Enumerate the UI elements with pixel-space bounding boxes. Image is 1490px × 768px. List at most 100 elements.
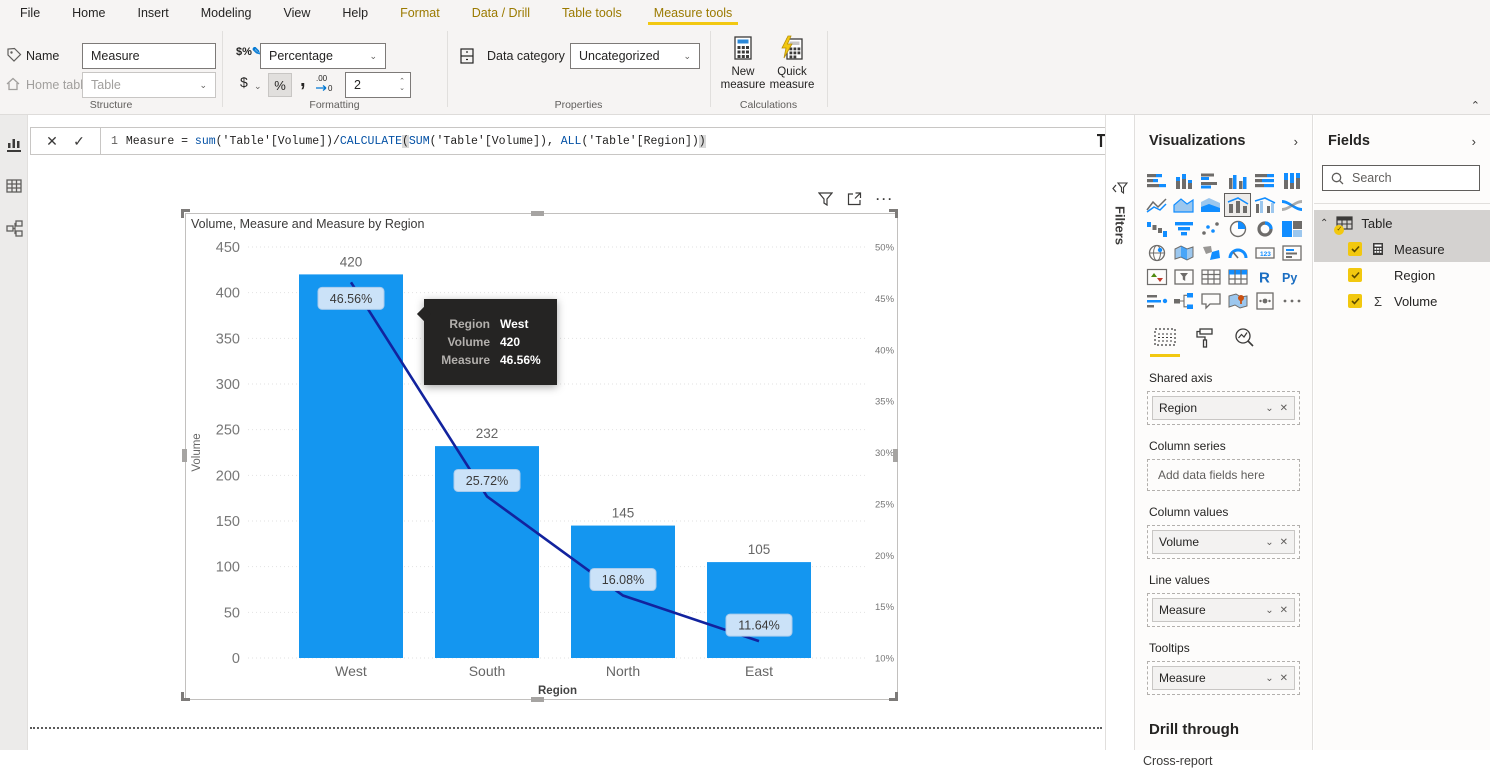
menu-tab-format[interactable]: Format bbox=[398, 0, 442, 25]
menu-tab-view[interactable]: View bbox=[282, 0, 313, 25]
model-view-button[interactable] bbox=[0, 211, 28, 245]
visual-filter-icon[interactable] bbox=[818, 192, 833, 206]
well-shared-axis[interactable]: Region⌄✕ bbox=[1147, 391, 1300, 425]
resize-handle[interactable] bbox=[889, 209, 898, 218]
stepper-arrows[interactable]: ⌃⌄ bbox=[399, 78, 410, 92]
thousands-separator-button[interactable]: , bbox=[300, 69, 306, 92]
well-column-values[interactable]: Volume⌄✕ bbox=[1147, 525, 1300, 559]
gauge-icon[interactable] bbox=[1224, 241, 1251, 265]
resize-handle[interactable] bbox=[181, 692, 190, 701]
tab-fields[interactable] bbox=[1153, 327, 1177, 357]
collapse-visualizations-icon[interactable]: › bbox=[1294, 134, 1298, 149]
remove-field-icon[interactable]: ✕ bbox=[1280, 605, 1288, 616]
field-checkbox[interactable] bbox=[1348, 268, 1362, 282]
key-influencers-icon[interactable] bbox=[1143, 289, 1170, 313]
menu-tab-help[interactable]: Help bbox=[340, 0, 370, 25]
formula-bar[interactable]: ✕ ✓ 1Measure = sum('Table'[Volume])/CALC… bbox=[30, 127, 1128, 155]
chevron-down-icon[interactable]: ⌄ bbox=[1265, 537, 1273, 548]
treemap-icon[interactable] bbox=[1278, 217, 1305, 241]
new-measure-button[interactable]: New measure bbox=[717, 35, 769, 92]
stacked-area-chart-icon[interactable] bbox=[1197, 193, 1224, 217]
filled-map-icon[interactable] bbox=[1170, 241, 1197, 265]
matrix-icon[interactable] bbox=[1224, 265, 1251, 289]
kpi-icon[interactable] bbox=[1143, 265, 1170, 289]
field-pill-volume[interactable]: Volume⌄✕ bbox=[1152, 530, 1295, 554]
pie-chart-icon[interactable] bbox=[1224, 217, 1251, 241]
line-and-stacked-column-chart-icon[interactable] bbox=[1224, 193, 1251, 217]
field-row-measure[interactable]: Measure bbox=[1314, 236, 1490, 262]
shape-map-icon[interactable] bbox=[1197, 241, 1224, 265]
decimal-places-icon[interactable]: .000 bbox=[314, 72, 336, 94]
field-row-volume[interactable]: ΣVolume bbox=[1314, 288, 1490, 314]
collapse-table-icon[interactable]: ⌃ bbox=[1320, 218, 1328, 229]
cancel-formula-icon[interactable]: ✕ bbox=[46, 133, 58, 150]
ribbon-chart-icon[interactable] bbox=[1278, 193, 1305, 217]
resize-handle[interactable] bbox=[531, 211, 544, 216]
resize-handle[interactable] bbox=[893, 449, 898, 462]
remove-field-icon[interactable]: ✕ bbox=[1280, 537, 1288, 548]
100-stacked-column-chart-icon[interactable] bbox=[1278, 169, 1305, 193]
field-checkbox[interactable] bbox=[1348, 242, 1362, 256]
resize-handle[interactable] bbox=[181, 209, 190, 218]
data-view-button[interactable] bbox=[0, 169, 28, 203]
home-table-select[interactable]: Table⌄ bbox=[82, 72, 216, 98]
tab-analytics[interactable] bbox=[1233, 327, 1257, 357]
report-view-button[interactable] bbox=[0, 127, 28, 161]
fields-search[interactable]: Search bbox=[1322, 165, 1480, 191]
field-pill-measure[interactable]: Measure⌄✕ bbox=[1152, 598, 1295, 622]
chart-visual[interactable]: Volume, Measure and Measure by Region450… bbox=[185, 213, 898, 700]
data-category-select[interactable]: Uncategorized⌄ bbox=[570, 43, 700, 69]
funnel-chart-icon[interactable] bbox=[1170, 217, 1197, 241]
field-pill-measure[interactable]: Measure⌄✕ bbox=[1152, 666, 1295, 690]
line-chart-icon[interactable] bbox=[1143, 193, 1170, 217]
decomposition-tree-icon[interactable] bbox=[1170, 289, 1197, 313]
menu-tab-table-tools[interactable]: Table tools bbox=[560, 0, 624, 25]
100-stacked-bar-chart-icon[interactable] bbox=[1251, 169, 1278, 193]
collapse-ribbon-icon[interactable]: ⌃ bbox=[1471, 99, 1480, 112]
clustered-column-chart-icon[interactable] bbox=[1224, 169, 1251, 193]
more-visuals-icon[interactable] bbox=[1278, 289, 1305, 313]
paginated-report-icon[interactable] bbox=[1251, 289, 1278, 313]
scatter-chart-icon[interactable] bbox=[1197, 217, 1224, 241]
resize-handle[interactable] bbox=[531, 697, 544, 702]
chevron-down-icon[interactable]: ⌄ bbox=[1265, 673, 1273, 684]
menu-tab-data-drill[interactable]: Data / Drill bbox=[470, 0, 532, 25]
filters-pane-collapsed[interactable]: Filters bbox=[1105, 115, 1135, 750]
python-script-icon[interactable]: Py bbox=[1278, 265, 1305, 289]
resize-handle[interactable] bbox=[889, 692, 898, 701]
percent-format-button[interactable]: % bbox=[268, 73, 292, 97]
table-row-table[interactable]: ⌃ ✓ Table bbox=[1314, 210, 1490, 236]
resize-handle[interactable] bbox=[182, 449, 187, 462]
menu-tab-insert[interactable]: Insert bbox=[136, 0, 171, 25]
menu-tab-measure-tools[interactable]: Measure tools bbox=[652, 0, 735, 25]
remove-field-icon[interactable]: ✕ bbox=[1280, 403, 1288, 414]
table-icon[interactable] bbox=[1197, 265, 1224, 289]
quick-measure-button[interactable]: Quick measure bbox=[766, 35, 818, 92]
tab-format[interactable] bbox=[1195, 327, 1215, 357]
decimal-places-stepper[interactable]: 2 ⌃⌄ bbox=[345, 72, 411, 98]
menu-tab-file[interactable]: File bbox=[18, 0, 42, 25]
format-type-select[interactable]: Percentage⌄ bbox=[260, 43, 386, 69]
field-pill-region[interactable]: Region⌄✕ bbox=[1152, 396, 1295, 420]
field-row-region[interactable]: Region bbox=[1314, 262, 1490, 288]
remove-field-icon[interactable]: ✕ bbox=[1280, 673, 1288, 684]
card-icon[interactable]: 123 bbox=[1251, 241, 1278, 265]
donut-chart-icon[interactable] bbox=[1251, 217, 1278, 241]
waterfall-chart-icon[interactable] bbox=[1143, 217, 1170, 241]
field-checkbox[interactable] bbox=[1348, 294, 1362, 308]
well-line-values[interactable]: Measure⌄✕ bbox=[1147, 593, 1300, 627]
stacked-bar-chart-icon[interactable] bbox=[1143, 169, 1170, 193]
commit-formula-icon[interactable]: ✓ bbox=[73, 133, 85, 150]
line-and-clustered-column-chart-icon[interactable] bbox=[1251, 193, 1278, 217]
formula-code[interactable]: 1Measure = sum('Table'[Volume])/CALCULAT… bbox=[111, 135, 706, 148]
menu-tab-modeling[interactable]: Modeling bbox=[199, 0, 254, 25]
arcgis-map-icon[interactable] bbox=[1224, 289, 1251, 313]
measure-name-input[interactable] bbox=[82, 43, 216, 69]
well-tooltips[interactable]: Measure⌄✕ bbox=[1147, 661, 1300, 695]
r-script-icon[interactable]: R bbox=[1251, 265, 1278, 289]
expand-filters-icon[interactable] bbox=[1112, 181, 1128, 196]
chevron-down-icon[interactable]: ⌄ bbox=[254, 81, 262, 92]
multi-row-card-icon[interactable] bbox=[1278, 241, 1305, 265]
clustered-bar-chart-icon[interactable] bbox=[1197, 169, 1224, 193]
combo-chart[interactable]: Volume, Measure and Measure by Region450… bbox=[186, 214, 897, 699]
